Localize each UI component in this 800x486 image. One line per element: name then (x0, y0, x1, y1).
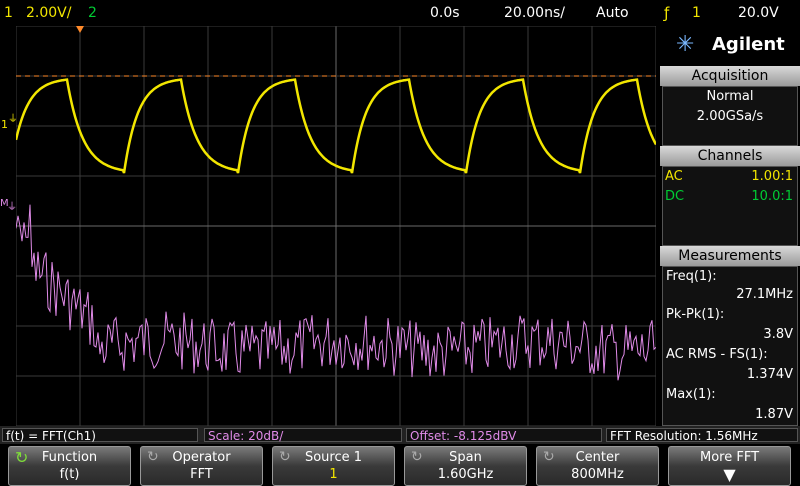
refresh-icon: ↻ (411, 449, 423, 465)
measurements-box[interactable]: Freq(1): 27.1MHz Pk-Pk(1): 3.8V AC RMS -… (662, 266, 798, 426)
measurement-value: 27.1MHz (736, 287, 793, 302)
offset-readout[interactable]: Offset: -8.125dBV (406, 428, 602, 443)
measurement-value: 1.374V (746, 367, 793, 382)
ch1-scale[interactable]: 2.00V/ (26, 4, 71, 22)
brand-logo: ✳ Agilent (676, 32, 785, 57)
measurement-label: Max(1): (666, 387, 716, 402)
ch2-number[interactable]: 2 (88, 4, 97, 22)
scale-readout[interactable]: Scale: 20dB/ (204, 428, 402, 443)
measurement-value: 1.87V (755, 407, 793, 422)
ch1-number: 1 (4, 5, 13, 21)
trigger-position-icon (76, 26, 84, 33)
acquisition-box[interactable]: Normal 2.00GSa/s (662, 86, 798, 146)
ch2-probe: 10.0:1 (751, 189, 793, 204)
measurement-label: Freq(1): (666, 269, 717, 284)
side-panel: ✳ Agilent Acquisition Normal 2.00GSa/s C… (660, 26, 800, 426)
waveform-display[interactable] (16, 26, 656, 426)
function-readout: f(t) = FFT(Ch1) (2, 428, 198, 443)
time-delay[interactable]: 0.0s (430, 4, 460, 22)
trigger-source[interactable]: 1 (692, 4, 701, 22)
ch1-coupling: AC (665, 169, 683, 184)
more-fft-softkey[interactable]: More FFT ▼ (668, 446, 791, 486)
sample-rate: 2.00GSa/s (696, 109, 764, 124)
channels-header: Channels (660, 146, 800, 166)
measurement-label: AC RMS - FS(1): (666, 347, 768, 362)
refresh-icon: ↻ (147, 449, 159, 465)
arrow-down-icon: ▼ (723, 465, 736, 484)
refresh-icon: ↻ (279, 449, 291, 465)
operator-softkey[interactable]: ↻ Operator FFT (140, 446, 263, 486)
span-softkey[interactable]: ↻ Span 1.60GHz (404, 446, 527, 486)
measurement-value: 3.8V (763, 327, 793, 342)
math-status-strip: f(t) = FFT(Ch1) Scale: 20dB/ Offset: -8.… (0, 426, 800, 444)
trigger-edge-icon: ƒ (664, 4, 670, 22)
trigger-level[interactable]: 20.0V (738, 4, 779, 22)
agilent-spark-icon: ✳ (676, 32, 695, 57)
acquisition-mode: Normal (706, 89, 754, 104)
ch2-coupling: DC (665, 189, 685, 204)
measurements-header: Measurements (660, 246, 800, 266)
source-softkey[interactable]: ↻ Source 1 1 (272, 446, 395, 486)
refresh-icon: ↻ (543, 449, 555, 465)
center-softkey[interactable]: ↻ Center 800MHz (536, 446, 659, 486)
ch1-probe: 1.00:1 (751, 169, 793, 184)
acquisition-header: Acquisition (660, 66, 800, 86)
math-ground-marker[interactable]: M ⏚ (0, 198, 17, 218)
channels-box[interactable]: AC 1.00:1 DC 10.0:1 (662, 166, 798, 246)
function-softkey[interactable]: ↻ Function f(t) (8, 446, 131, 486)
ch1-ground-marker[interactable]: 1 ⏚ (0, 110, 18, 140)
status-bar: 1 2.00V/ 2 0.0s 20.00ns/ Auto ƒ 1 20.0V (0, 0, 800, 26)
time-scale[interactable]: 20.00ns/ (504, 4, 565, 22)
fft-resolution-readout: FFT Resolution: 1.56MHz (606, 428, 798, 443)
measurement-label: Pk-Pk(1): (666, 307, 725, 322)
softkey-bar: ↻ Function f(t) ↻ Operator FFT ↻ Source … (0, 446, 800, 486)
trigger-mode[interactable]: Auto (596, 4, 629, 22)
refresh-icon: ↻ (15, 448, 29, 467)
